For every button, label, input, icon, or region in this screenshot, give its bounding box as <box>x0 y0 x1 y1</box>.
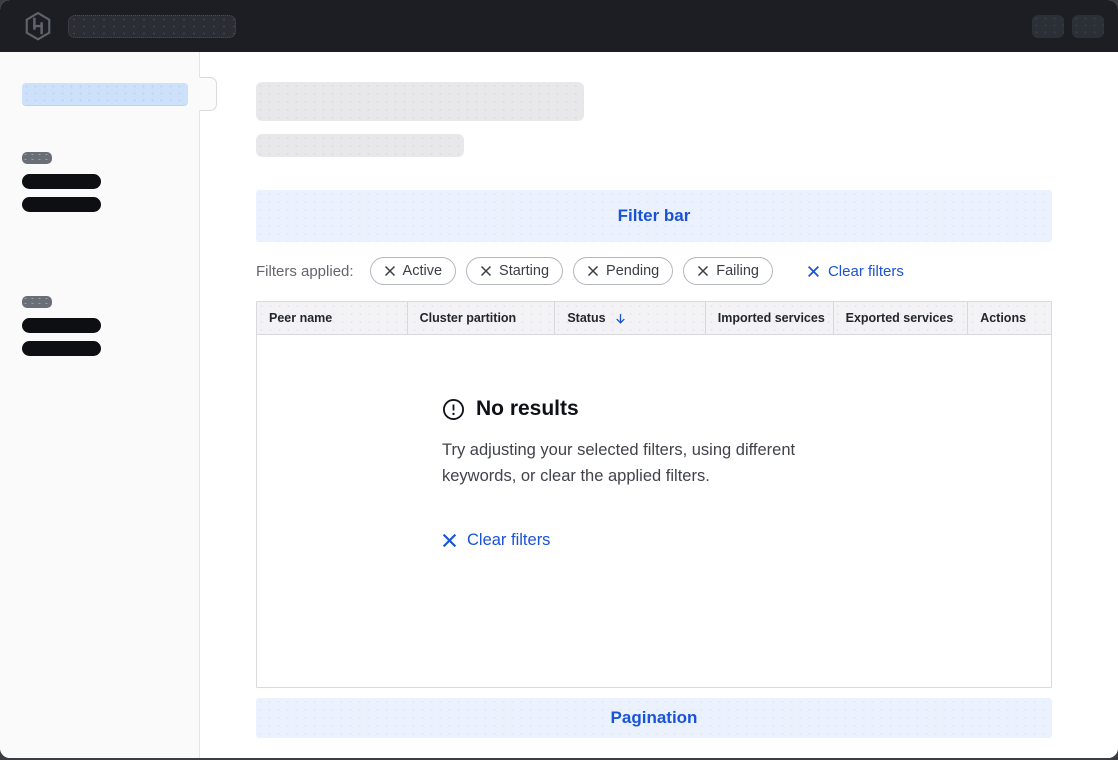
hashicorp-logo-icon[interactable] <box>22 10 54 42</box>
sidebar-group-2 <box>22 296 199 356</box>
column-label: Peer name <box>269 311 332 325</box>
column-header-cluster-partition: Cluster partition <box>407 302 555 334</box>
column-label: Imported services <box>718 311 825 325</box>
pagination-placeholder: Pagination <box>256 698 1052 738</box>
filter-pill-label: Failing <box>716 263 759 279</box>
filter-bar-placeholder: Filter bar <box>256 190 1052 242</box>
sidebar-section-label-skeleton <box>22 296 52 308</box>
clear-filters-label: Clear filters <box>828 263 904 280</box>
empty-state-title: No results <box>476 397 579 421</box>
x-icon <box>442 533 457 548</box>
page-title-skeleton <box>256 82 584 121</box>
help-button-skeleton[interactable] <box>1032 15 1064 38</box>
filter-pill-label: Starting <box>499 263 549 279</box>
sidebar-navigation <box>0 52 200 758</box>
empty-state: No results Try adjusting your selected f… <box>442 397 866 687</box>
filter-pill-active[interactable]: Active <box>370 257 457 285</box>
applied-filters-row: Filters applied: Active Starting Pending… <box>256 257 1052 285</box>
column-header-peer-name: Peer name <box>257 302 407 334</box>
pagination-label: Pagination <box>611 708 698 728</box>
filter-pill-label: Pending <box>606 263 659 279</box>
table-body-empty: No results Try adjusting your selected f… <box>257 335 1051 687</box>
x-icon <box>587 265 599 277</box>
search-input-skeleton[interactable] <box>68 15 236 38</box>
page-subtitle-skeleton <box>256 134 464 157</box>
arrow-down-icon <box>614 312 627 325</box>
peers-table: Peer name Cluster partition Status Impor… <box>256 301 1052 688</box>
empty-state-clear-filters-link[interactable]: Clear filters <box>442 531 866 550</box>
column-header-imported-services: Imported services <box>705 302 833 334</box>
filter-bar-label: Filter bar <box>618 206 691 226</box>
column-header-status[interactable]: Status <box>554 302 704 334</box>
x-icon <box>807 265 820 278</box>
sidebar-section-label-skeleton <box>22 152 52 164</box>
sidebar-item-skeleton[interactable] <box>22 341 101 356</box>
empty-state-header: No results <box>442 397 866 421</box>
account-button-skeleton[interactable] <box>1072 15 1104 38</box>
sidebar-item-skeleton[interactable] <box>22 318 101 333</box>
column-label: Cluster partition <box>420 311 517 325</box>
main-content: Filter bar Filters applied: Active Start… <box>200 52 1118 758</box>
sidebar-collapse-toggle[interactable] <box>199 77 217 111</box>
x-icon <box>697 265 709 277</box>
filter-pill-failing[interactable]: Failing <box>683 257 773 285</box>
sidebar-item-skeleton[interactable] <box>22 174 101 189</box>
sidebar-item-skeleton[interactable] <box>22 197 101 212</box>
column-label: Status <box>567 311 605 325</box>
filters-applied-label: Filters applied: <box>256 263 354 280</box>
alert-circle-icon <box>442 398 465 421</box>
x-icon <box>480 265 492 277</box>
sidebar-group-1 <box>22 152 199 212</box>
column-header-exported-services: Exported services <box>833 302 968 334</box>
filter-pill-starting[interactable]: Starting <box>466 257 563 285</box>
sidebar-selected-item-skeleton[interactable] <box>22 83 188 106</box>
column-label: Exported services <box>846 311 954 325</box>
filter-pill-label: Active <box>403 263 443 279</box>
column-header-actions: Actions <box>967 302 1051 334</box>
x-icon <box>384 265 396 277</box>
empty-state-description: Try adjusting your selected filters, usi… <box>442 438 866 489</box>
filter-pill-pending[interactable]: Pending <box>573 257 673 285</box>
empty-state-clear-filters-label: Clear filters <box>467 531 550 550</box>
app-window: Filter bar Filters applied: Active Start… <box>0 0 1118 758</box>
content-row: Filter bar Filters applied: Active Start… <box>0 52 1118 758</box>
column-label: Actions <box>980 311 1026 325</box>
top-navigation-bar <box>0 0 1118 52</box>
table-header-row: Peer name Cluster partition Status Impor… <box>257 302 1051 335</box>
clear-filters-link[interactable]: Clear filters <box>807 263 904 280</box>
